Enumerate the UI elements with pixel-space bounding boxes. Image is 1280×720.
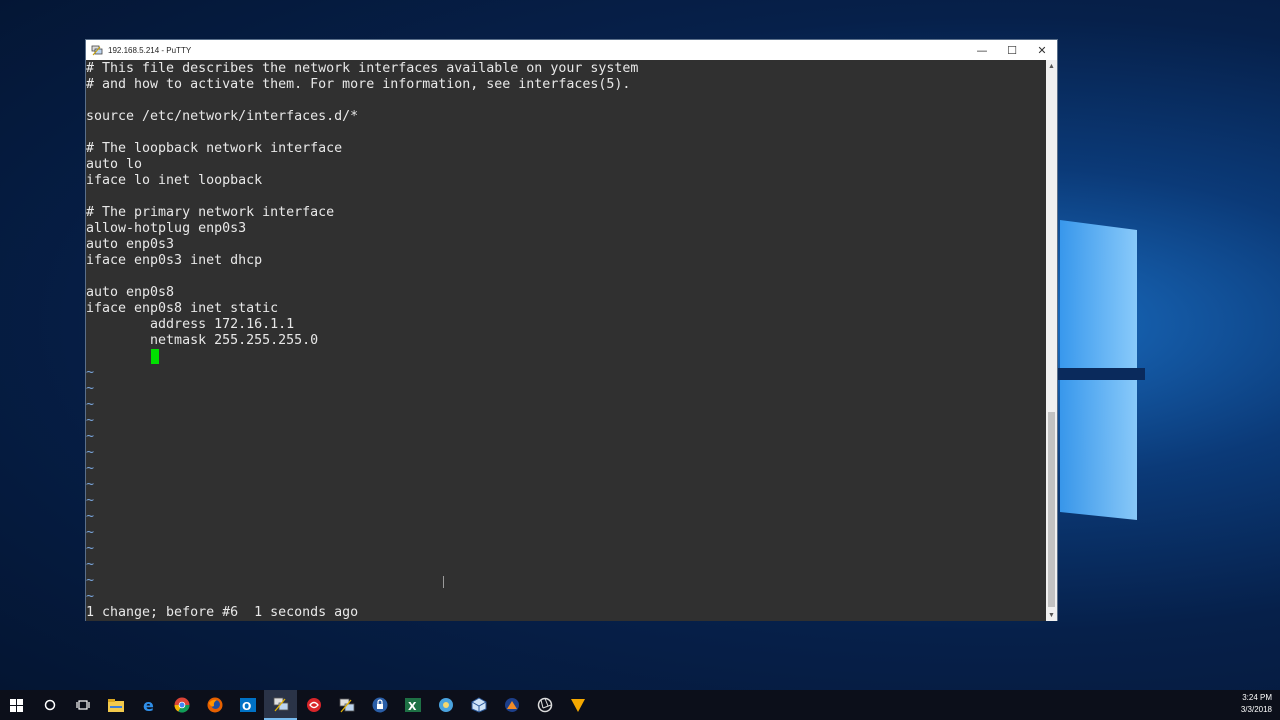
- text-cursor: [151, 349, 159, 364]
- empty-line-tilde: ~: [86, 429, 95, 444]
- putty-icon: [91, 45, 103, 56]
- empty-line-tilde: ~: [86, 365, 95, 380]
- scroll-down-arrow-icon[interactable]: ▼: [1046, 609, 1057, 621]
- clock-time: 3:24 PM: [1242, 693, 1272, 702]
- maximize-button[interactable]: ☐: [997, 40, 1027, 60]
- terminal-area[interactable]: # This file describes the network interf…: [86, 60, 1047, 621]
- scroll-thumb[interactable]: [1048, 412, 1055, 607]
- terminal-line: auto enp0s8: [86, 285, 175, 300]
- terminal-line: iface enp0s3 inet dhcp: [86, 253, 263, 268]
- terminal-line: source /etc/network/interfaces.d/*: [86, 109, 359, 124]
- putty-window: 192.168.5.214 - PuTTY — ☐ ✕ # This file …: [85, 39, 1058, 621]
- empty-line-tilde: ~: [86, 461, 95, 476]
- svg-text:O: O: [242, 700, 251, 713]
- putty-icon: [273, 697, 288, 712]
- taskbar-virtualbox[interactable]: [462, 690, 495, 720]
- taskbar-putty-2[interactable]: [330, 690, 363, 720]
- vertical-scrollbar[interactable]: ▲ ▼: [1046, 60, 1057, 621]
- taskbar-aperture-app[interactable]: [528, 690, 561, 720]
- search-button[interactable]: [33, 690, 66, 720]
- red-circle-app-icon: [306, 698, 321, 712]
- terminal-line: iface enp0s8 inet static: [86, 301, 279, 316]
- folder-icon: [107, 698, 124, 712]
- desktop-windows-logo: [1055, 220, 1145, 520]
- clock-date: 3/3/2018: [1240, 705, 1272, 714]
- edge-icon: e: [143, 697, 154, 713]
- terminal-line: netmask 255.255.255.0: [86, 333, 319, 348]
- scroll-up-arrow-icon[interactable]: ▲: [1046, 60, 1057, 72]
- empty-line-tilde: ~: [86, 525, 95, 540]
- taskbar-keepass[interactable]: [363, 690, 396, 720]
- taskbar-excel[interactable]: X: [396, 690, 429, 720]
- terminal-line: auto lo: [86, 157, 143, 172]
- firefox-icon: [207, 697, 222, 713]
- mouse-ibeam-cursor: [443, 576, 444, 588]
- empty-line-tilde: ~: [86, 413, 95, 428]
- taskbar-chrome[interactable]: [165, 690, 198, 720]
- close-button[interactable]: ✕: [1027, 40, 1057, 60]
- terminal-line: # This file describes the network interf…: [86, 61, 639, 76]
- empty-line-tilde: ~: [86, 541, 95, 556]
- cone-icon: [570, 699, 585, 712]
- taskbar-mountain-app[interactable]: [495, 690, 528, 720]
- empty-line-tilde: ~: [86, 477, 95, 492]
- taskbar-edge[interactable]: e: [132, 690, 165, 720]
- taskbar-vlc[interactable]: [561, 690, 594, 720]
- taskbar-outlook[interactable]: O: [231, 690, 264, 720]
- empty-line-tilde: ~: [86, 589, 95, 604]
- empty-line-tilde: ~: [86, 397, 95, 412]
- terminal-line: # and how to activate them. For more inf…: [86, 77, 631, 92]
- taskbar-red-app[interactable]: [297, 690, 330, 720]
- terminal-line: allow-hotplug enp0s3: [86, 221, 247, 236]
- title-bar[interactable]: 192.168.5.214 - PuTTY — ☐ ✕: [86, 40, 1057, 60]
- taskbar-firefox[interactable]: [198, 690, 231, 720]
- excel-icon: X: [404, 698, 421, 713]
- mountain-app-icon: [504, 698, 519, 712]
- terminal-line: # The loopback network interface: [86, 141, 343, 156]
- empty-line-tilde: ~: [86, 557, 95, 572]
- aperture-icon: [537, 697, 552, 713]
- outlook-icon: O: [239, 698, 256, 713]
- taskbar-sun-app[interactable]: [429, 690, 462, 720]
- terminal-line: address 172.16.1.1: [86, 317, 295, 332]
- vim-status-line: 1 change; before #6 1 seconds ago: [86, 605, 359, 620]
- taskbar: e O X 3:24 PM 3/3/2018: [0, 690, 1280, 720]
- virtualbox-icon: [471, 697, 486, 713]
- task-view-button[interactable]: [66, 690, 99, 720]
- svg-text:e: e: [143, 697, 154, 713]
- cortana-circle-icon: [44, 699, 55, 711]
- taskbar-putty-active[interactable]: [264, 690, 297, 720]
- empty-line-tilde: ~: [86, 445, 95, 460]
- sun-app-icon: [438, 698, 453, 712]
- terminal-line: iface lo inet loopback: [86, 173, 263, 188]
- putty-icon: [339, 698, 354, 713]
- empty-line-tilde: ~: [86, 509, 95, 524]
- empty-line-tilde: ~: [86, 381, 95, 396]
- start-button[interactable]: [0, 690, 33, 720]
- terminal-line: auto enp0s3: [86, 237, 175, 252]
- minimize-button[interactable]: —: [967, 40, 997, 60]
- task-view-icon: [75, 700, 90, 710]
- svg-text:X: X: [408, 700, 417, 713]
- system-clock[interactable]: 3:24 PM 3/3/2018: [1241, 692, 1272, 716]
- empty-line-tilde: ~: [86, 493, 95, 508]
- chrome-icon: [174, 697, 189, 713]
- windows-logo-icon: [10, 698, 23, 712]
- terminal-line: # The primary network interface: [86, 205, 335, 220]
- empty-line-tilde: ~: [86, 573, 95, 588]
- taskbar-file-explorer[interactable]: [99, 690, 132, 720]
- window-title: 192.168.5.214 - PuTTY: [108, 45, 192, 55]
- lock-icon: [372, 697, 387, 713]
